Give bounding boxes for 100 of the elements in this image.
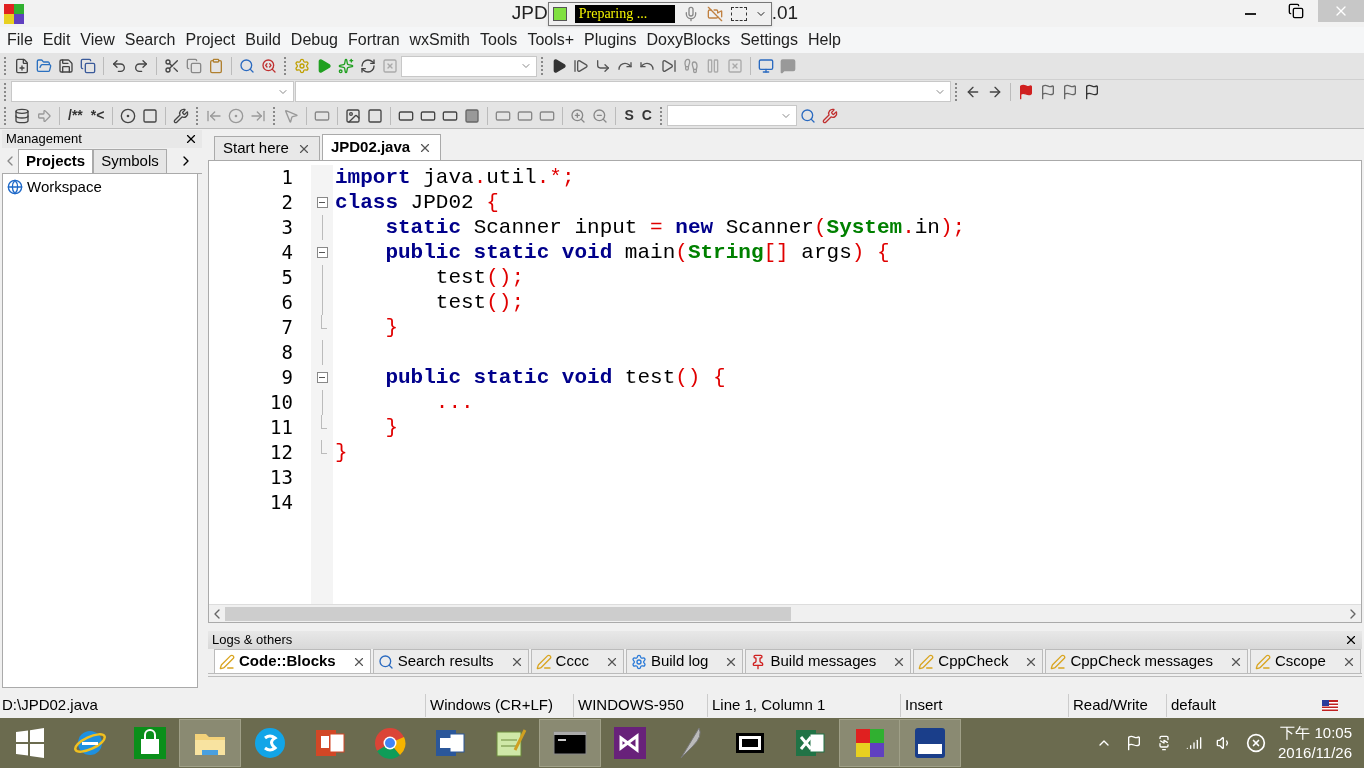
log-tab[interactable]: CppCheck xyxy=(913,649,1044,673)
panel-icon[interactable] xyxy=(367,107,384,124)
status-access: Read/Write xyxy=(1068,694,1166,717)
line-number: 12 xyxy=(269,440,293,465)
new-file-icon[interactable] xyxy=(14,58,30,74)
editor-tab[interactable]: JPD02.java xyxy=(321,134,442,160)
status-profile: default xyxy=(1166,694,1306,717)
doc-comment-tool[interactable]: /** xyxy=(64,105,87,126)
globe-icon xyxy=(7,179,23,196)
code-line: } xyxy=(384,316,398,339)
line-comment-tool[interactable]: *< xyxy=(86,105,109,126)
shopping-bag-icon xyxy=(133,726,167,760)
line-number: 6 xyxy=(280,290,293,315)
rebuild-icon[interactable] xyxy=(360,58,376,74)
log-tab[interactable]: Cccc xyxy=(530,649,624,673)
note-pencil-icon xyxy=(535,653,552,670)
code-line: test(); xyxy=(434,291,525,314)
window-title-suffix: .01 xyxy=(771,1,799,26)
panel-tab[interactable]: Projects xyxy=(18,149,94,173)
note-pencil-icon xyxy=(1254,653,1271,670)
run-icon[interactable] xyxy=(316,58,332,74)
wrench-icon[interactable] xyxy=(821,107,838,124)
line-number: 5 xyxy=(280,265,293,290)
close-icon[interactable] xyxy=(1344,633,1358,647)
debug-run-icon[interactable] xyxy=(551,58,567,74)
undo-icon[interactable] xyxy=(111,58,127,74)
zoom-out-icon[interactable] xyxy=(592,107,609,124)
line-number: 14 xyxy=(269,490,293,515)
menu-item[interactable]: wxSmith xyxy=(404,28,475,52)
menu-item[interactable]: Settings xyxy=(735,28,803,52)
menu-item[interactable]: Fortran xyxy=(343,28,405,52)
bookmark-flag-icon[interactable] xyxy=(1018,83,1034,100)
recorder-status: Preparing ... xyxy=(574,4,675,23)
flag-icon[interactable] xyxy=(1126,735,1143,751)
symbol-s-tool[interactable]: S xyxy=(620,105,638,126)
database-icon[interactable] xyxy=(14,107,30,124)
search-icon[interactable] xyxy=(239,58,255,74)
no-network-icon[interactable] xyxy=(1246,733,1267,753)
fold-toggle-icon[interactable] xyxy=(316,197,328,208)
code-line: static Scanner input = new Scanner(System.in); xyxy=(384,216,966,239)
taskbar-app[interactable] xyxy=(899,719,961,767)
log-tab[interactable]: Build messages xyxy=(745,649,912,673)
cut-icon[interactable] xyxy=(164,58,180,74)
fold-toggle-icon[interactable] xyxy=(316,372,328,383)
menu-item[interactable]: Tools xyxy=(475,28,523,52)
symbol-c-tool[interactable]: C xyxy=(637,105,656,126)
panel-tab[interactable]: Symbols xyxy=(93,149,167,173)
wrench-icon[interactable] xyxy=(173,107,190,124)
fold-end-mark xyxy=(321,415,327,429)
menu-item[interactable]: File xyxy=(2,28,38,52)
colored-cubes-icon xyxy=(853,726,887,760)
image-icon[interactable] xyxy=(345,107,362,124)
replace-icon[interactable] xyxy=(261,58,277,74)
log-tab[interactable]: CppCheck messages xyxy=(1045,649,1248,673)
save-icon[interactable] xyxy=(58,58,74,74)
save-all-icon[interactable] xyxy=(80,58,96,74)
copy-icon[interactable] xyxy=(186,58,202,74)
panel-title: Logs & others xyxy=(212,631,293,650)
line-number: 11 xyxy=(269,415,293,440)
region-select-icon[interactable] xyxy=(730,6,747,21)
camera-off-icon[interactable] xyxy=(706,5,723,22)
menu-item[interactable]: Debug xyxy=(285,28,343,52)
scrollbar-thumb[interactable] xyxy=(225,606,791,621)
editor-tab[interactable]: Start here xyxy=(214,136,320,160)
search-icon[interactable] xyxy=(799,107,816,124)
redo-icon[interactable] xyxy=(133,58,149,74)
menu-item[interactable]: DoxyBlocks xyxy=(641,28,736,52)
log-tab[interactable]: Search results xyxy=(372,649,529,673)
menu-item[interactable]: Search xyxy=(119,28,181,52)
open-folder-icon[interactable] xyxy=(36,58,52,74)
menu-item[interactable]: Edit xyxy=(37,28,76,52)
line-number: 2 xyxy=(280,190,293,215)
signal-icon[interactable] xyxy=(1186,735,1203,751)
clock-date: 2016/11/26 xyxy=(1278,743,1352,763)
menu-item[interactable]: View xyxy=(75,28,120,52)
taskbar-app[interactable] xyxy=(539,719,601,767)
fold-end-mark xyxy=(321,315,327,329)
menu-item[interactable]: Help xyxy=(802,28,846,52)
clock[interactable]: 下午 10:05 2016/11/26 xyxy=(1278,723,1352,763)
dot-icon[interactable] xyxy=(228,107,245,124)
status-encoding: WINDOWS-950 xyxy=(573,694,707,717)
code-line: import java.util.*; xyxy=(335,166,575,189)
window-title: JPD xyxy=(511,1,548,26)
menu-item[interactable]: Project xyxy=(180,28,241,52)
fold-toggle-icon[interactable] xyxy=(316,247,328,258)
minimize-icon xyxy=(1245,13,1256,15)
horizontal-scrollbar[interactable] xyxy=(209,604,1361,622)
menu-item[interactable]: Build xyxy=(240,28,286,52)
menu-item[interactable]: Tools+ xyxy=(522,28,580,52)
close-icon[interactable] xyxy=(184,132,198,146)
zoom-in-icon[interactable] xyxy=(570,107,587,124)
log-tab[interactable]: Cscope xyxy=(1249,649,1361,673)
log-tab[interactable]: Code::Blocks xyxy=(214,649,371,673)
status-mode: Insert xyxy=(900,694,1068,717)
paste-icon[interactable] xyxy=(208,58,224,74)
tree-item[interactable]: Workspace xyxy=(27,176,102,199)
filled-square-icon[interactable] xyxy=(464,107,481,124)
line-number: 7 xyxy=(280,315,293,340)
menu-item[interactable]: Plugins xyxy=(579,28,642,52)
log-tab[interactable]: Build log xyxy=(625,649,744,673)
